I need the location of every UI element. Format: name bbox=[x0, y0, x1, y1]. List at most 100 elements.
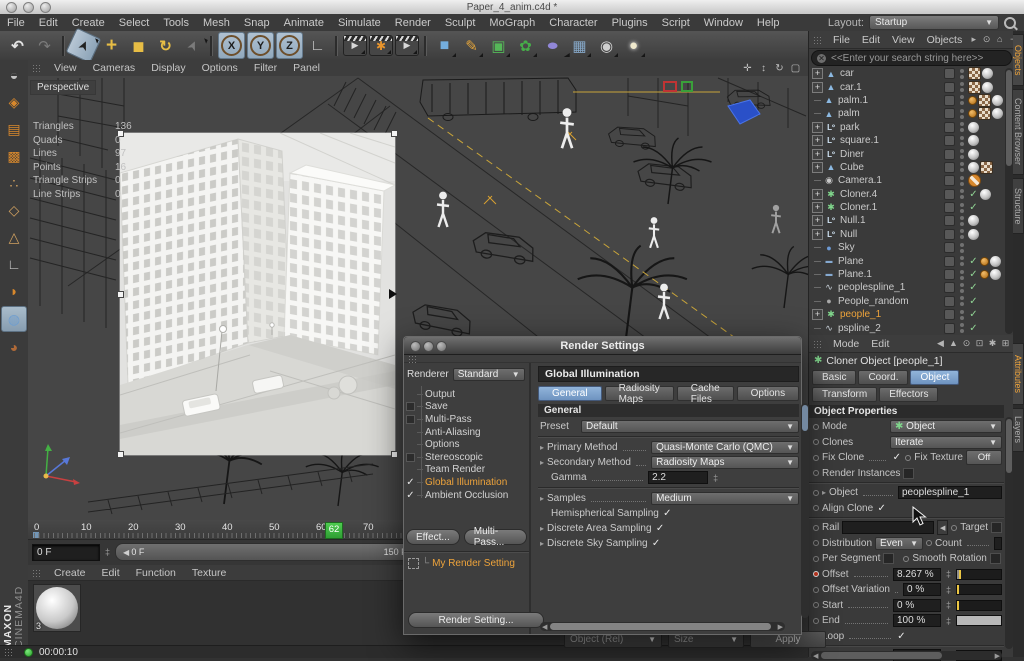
viewport-menu-item[interactable]: View bbox=[46, 62, 85, 74]
keyframe-dot-active[interactable] bbox=[813, 571, 819, 577]
region-handle[interactable] bbox=[117, 291, 124, 298]
rotate-view-icon[interactable]: ↻ bbox=[773, 63, 786, 74]
region-quality-arrow[interactable] bbox=[389, 289, 397, 299]
keyframe-dot[interactable] bbox=[813, 525, 819, 531]
panel-flyout-icon[interactable]: ▸ bbox=[968, 34, 979, 45]
viewport-menu-item[interactable]: Cameras bbox=[85, 62, 144, 74]
visibility-dots[interactable] bbox=[959, 162, 965, 172]
effect-button[interactable]: Effect... bbox=[406, 529, 460, 545]
tag-icon[interactable] bbox=[968, 282, 979, 293]
interactive-render-region[interactable] bbox=[120, 133, 395, 455]
visibility-dots[interactable] bbox=[959, 283, 965, 293]
viewport-menu-item[interactable]: Options bbox=[194, 62, 246, 74]
object-row[interactable]: ▲ palm.1 bbox=[809, 94, 1014, 107]
expander-icon[interactable]: ▸ bbox=[540, 539, 544, 548]
attr-menu-item[interactable]: Edit bbox=[865, 338, 895, 350]
keyframe-dot[interactable] bbox=[813, 540, 819, 546]
undo-button[interactable]: ↶ bbox=[5, 33, 30, 58]
texture-axis-icon[interactable]: ▤ bbox=[2, 117, 26, 141]
object-row[interactable]: ✱ Cloner.1 bbox=[809, 201, 1014, 214]
object-name[interactable]: Plane bbox=[838, 256, 944, 267]
object-name[interactable]: peoplespline_1 bbox=[838, 282, 944, 293]
coordinate-system-button[interactable]: ∟ bbox=[305, 33, 330, 58]
end-slider[interactable] bbox=[956, 615, 1002, 626]
visibility-dots[interactable] bbox=[959, 189, 965, 199]
fix-clone-checkbox[interactable] bbox=[891, 452, 902, 463]
object-row[interactable]: ● Sky bbox=[809, 241, 1014, 254]
mode-select[interactable]: ✱ Object ▼ bbox=[890, 420, 1002, 433]
tag-icon[interactable] bbox=[968, 215, 979, 226]
om-menu-item[interactable]: Edit bbox=[856, 34, 886, 46]
layer-swatch[interactable] bbox=[944, 82, 955, 93]
texture-mode-icon[interactable]: ▩ bbox=[2, 144, 26, 168]
layer-swatch[interactable] bbox=[944, 149, 955, 160]
region-handle[interactable] bbox=[391, 451, 398, 458]
expand-toggle-icon[interactable] bbox=[812, 297, 821, 306]
samples-select[interactable]: Medium▼ bbox=[651, 492, 799, 505]
expand-toggle-icon[interactable] bbox=[812, 257, 821, 266]
expand-toggle-icon[interactable] bbox=[812, 176, 821, 185]
render-settings-tree-item[interactable]: Ambient Occlusion bbox=[404, 489, 529, 502]
toolbar-separator[interactable] bbox=[335, 36, 338, 56]
gear-icon[interactable]: ✱ bbox=[987, 338, 998, 349]
om-home-icon[interactable]: ⌂ bbox=[994, 34, 1005, 45]
panel-grip-icon[interactable] bbox=[813, 340, 823, 348]
tag-icon[interactable] bbox=[992, 108, 1003, 119]
object-row[interactable]: ✱ Cloner.4 bbox=[809, 188, 1014, 201]
layer-swatch[interactable] bbox=[944, 68, 955, 79]
lock-icon[interactable]: ⊡ bbox=[974, 338, 985, 349]
menu-item[interactable]: Mesh bbox=[196, 17, 237, 29]
layout-select[interactable]: Startup▼ bbox=[869, 15, 999, 30]
menu-item[interactable]: Plugins bbox=[605, 17, 655, 29]
visibility-dots[interactable] bbox=[959, 203, 965, 213]
object-row[interactable]: ∿ pspline_2 bbox=[809, 321, 1014, 334]
viewport-menu-item[interactable]: Display bbox=[143, 62, 193, 74]
target-checkbox[interactable] bbox=[991, 522, 1002, 533]
layer-swatch[interactable] bbox=[944, 122, 955, 133]
tag-icon[interactable] bbox=[968, 135, 979, 146]
tag-icon[interactable] bbox=[978, 107, 991, 120]
visibility-dots[interactable] bbox=[959, 323, 965, 333]
attribute-hscrollbar[interactable]: ◀▶ bbox=[811, 651, 1002, 660]
expand-toggle-icon[interactable] bbox=[812, 309, 823, 320]
menu-item[interactable]: Character bbox=[542, 17, 604, 29]
object-row[interactable]: ✱ people_1 bbox=[809, 308, 1014, 321]
toolbar-separator[interactable] bbox=[210, 36, 213, 56]
visibility-dots[interactable] bbox=[959, 109, 965, 119]
object-row[interactable]: ▬ Plane.1 bbox=[809, 268, 1014, 281]
up-icon[interactable]: ▲ bbox=[948, 338, 959, 349]
menu-item[interactable]: Simulate bbox=[331, 17, 388, 29]
viewport-menu-item[interactable]: Filter bbox=[246, 62, 285, 74]
expand-toggle-icon[interactable] bbox=[812, 135, 823, 146]
layer-swatch[interactable] bbox=[944, 135, 955, 146]
material-menu-item[interactable]: Texture bbox=[184, 567, 234, 579]
tag-icon[interactable] bbox=[980, 270, 989, 279]
visibility-dots[interactable] bbox=[959, 136, 965, 146]
om-search-icon[interactable]: ⊙ bbox=[981, 34, 992, 45]
object-name[interactable]: Sky bbox=[838, 242, 944, 253]
object-name[interactable]: Cloner.4 bbox=[840, 189, 944, 200]
render-settings-dialog[interactable]: Render Settings Renderer Standard▼ Outpu… bbox=[403, 336, 802, 635]
expand-toggle-icon[interactable] bbox=[812, 122, 823, 133]
hemispherical-sampling-checkbox[interactable] bbox=[662, 508, 673, 519]
menu-item[interactable]: Help bbox=[750, 17, 787, 29]
material-menu-item[interactable]: Create bbox=[46, 567, 94, 579]
enable-checkbox[interactable] bbox=[404, 402, 417, 411]
tag-icon[interactable] bbox=[982, 68, 993, 79]
back-icon[interactable]: ◀ bbox=[935, 338, 946, 349]
object-name[interactable]: Diner bbox=[840, 149, 944, 160]
add-generator-menu[interactable]: ▣ bbox=[486, 33, 511, 58]
visibility-dots[interactable] bbox=[959, 176, 965, 186]
z-axis-lock-button[interactable]: Z bbox=[276, 32, 303, 59]
start-field[interactable]: 0 % bbox=[893, 599, 941, 612]
tab-objects[interactable]: Objects bbox=[1013, 34, 1024, 86]
object-list-scrollbar[interactable] bbox=[1005, 68, 1013, 334]
tag-icon[interactable] bbox=[968, 189, 979, 200]
tab-attributes[interactable]: Attributes bbox=[1013, 343, 1024, 405]
attribute-tab[interactable]: Transform bbox=[812, 387, 877, 402]
dialog-hscrollbar[interactable]: ◀▶ bbox=[540, 622, 785, 631]
layer-swatch[interactable] bbox=[944, 256, 955, 267]
render-settings-tree-item[interactable]: Global Illumination bbox=[404, 476, 529, 489]
object-name[interactable]: pspline_2 bbox=[838, 323, 944, 334]
expand-toggle-icon[interactable] bbox=[812, 243, 821, 252]
